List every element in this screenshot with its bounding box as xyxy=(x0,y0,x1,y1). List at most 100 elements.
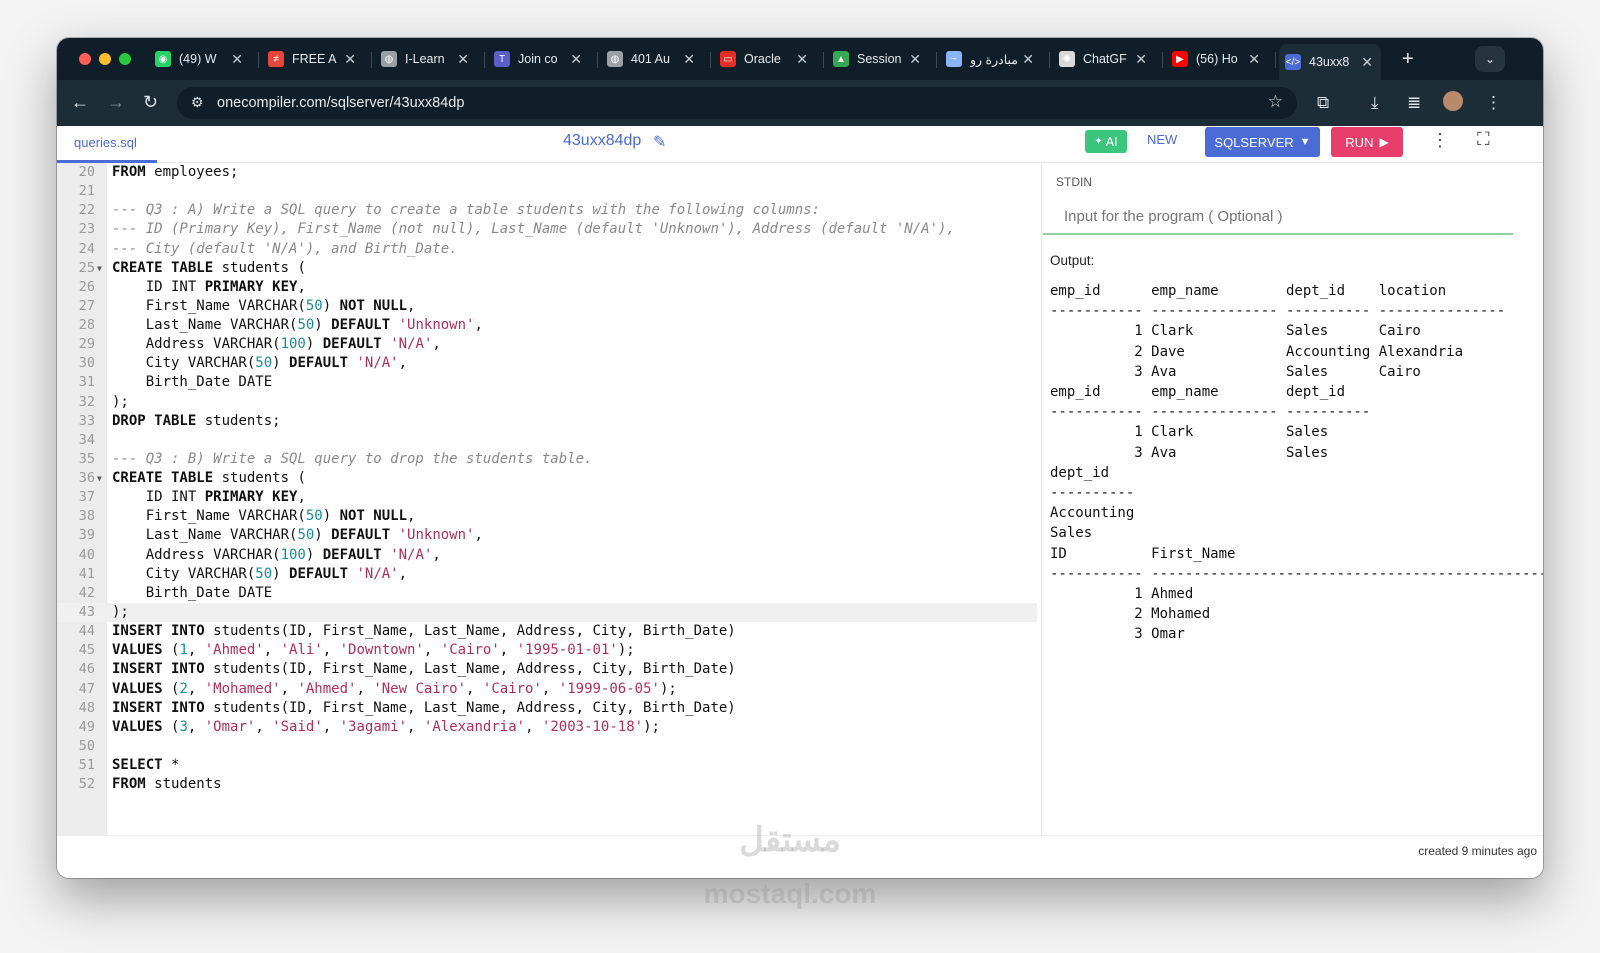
file-name[interactable]: 43uxx84dp xyxy=(563,132,641,150)
browser-tab[interactable]: ▶ (56) Ho ✕ xyxy=(1166,46,1268,72)
code-text: City VARCHAR(50) DEFAULT 'N/A', xyxy=(112,565,407,584)
code-text: FROM students xyxy=(112,775,222,794)
code-token: , xyxy=(297,278,306,295)
code-token: 'N/A' xyxy=(356,565,399,582)
close-tab-icon[interactable]: ✕ xyxy=(909,51,921,68)
code-token: students xyxy=(145,776,222,793)
code-editor[interactable]: 20 FROM employees; 21 22 --- Q3 : A) Write a… xyxy=(57,163,1037,835)
code-token: City VARCHAR( xyxy=(112,355,256,372)
close-tab-icon[interactable]: ✕ xyxy=(1361,54,1373,71)
code-token: DEFAULT xyxy=(289,565,349,582)
new-tab-button[interactable]: + xyxy=(1402,46,1414,72)
line-number: 31 xyxy=(78,374,95,391)
tab-strip: ◉ (49) W ✕ ≠ FREE A ✕ ◍ I-Learn ✕ T Join co ✕ ◍ 401 A… xyxy=(57,38,1543,80)
run-button[interactable]: RUN ▶ xyxy=(1331,127,1403,157)
initiative-icon: ~ xyxy=(946,51,962,67)
new-button[interactable]: NEW xyxy=(1147,132,1177,147)
extensions-icon[interactable]: ⧉ xyxy=(1317,93,1329,113)
file-tab[interactable]: queries.sql xyxy=(57,126,157,163)
code-token: '2003-10-18' xyxy=(541,718,644,735)
browser-tab[interactable]: ≠ FREE A ✕ xyxy=(262,46,364,72)
close-tab-icon[interactable]: ✕ xyxy=(683,51,695,68)
code-token: 50 xyxy=(297,527,315,544)
stdin-label: STDIN xyxy=(1056,175,1092,189)
code-token: 'N/A' xyxy=(390,336,433,353)
close-tab-icon[interactable]: ✕ xyxy=(344,51,356,68)
code-token: 2 xyxy=(179,680,188,697)
back-icon[interactable]: ← xyxy=(71,92,89,113)
code-token: --- City (default 'N/A'), and Birth_Date… xyxy=(112,240,458,257)
edit-name-icon[interactable]: ✎ xyxy=(653,132,666,152)
fold-toggle-icon[interactable]: ▼ xyxy=(97,469,102,488)
close-tab-icon[interactable]: ✕ xyxy=(457,51,469,68)
browser-menu-icon[interactable]: ⋮ xyxy=(1485,93,1502,113)
browser-tab[interactable]: ▭ Oracle ✕ xyxy=(714,46,816,72)
more-options-icon[interactable]: ⋮ xyxy=(1431,130,1449,151)
line-number: 26 xyxy=(78,278,95,295)
stdin-input[interactable] xyxy=(1043,199,1513,235)
code-line: 24 --- City (default 'N/A'), and Birth_Da… xyxy=(57,240,1037,259)
browser-tab[interactable]: ✺ ChatGF ✕ xyxy=(1053,46,1155,72)
bookmark-star-icon[interactable]: ☆ xyxy=(1268,92,1283,112)
code-token: ) xyxy=(272,565,290,582)
close-tab-icon[interactable]: ✕ xyxy=(570,51,582,68)
code-token: , xyxy=(432,546,441,563)
code-token: , xyxy=(255,718,273,735)
line-number: 30 xyxy=(78,355,95,372)
code-line: 40 Address VARCHAR(100) DEFAULT 'N/A', xyxy=(57,546,1037,565)
line-number: 22 xyxy=(78,202,95,219)
tab-search-button[interactable]: ⌄ xyxy=(1475,46,1505,72)
reload-icon[interactable]: ↻ xyxy=(143,92,158,113)
code-line: 41 City VARCHAR(50) DEFAULT 'N/A', xyxy=(57,565,1037,584)
media-controls-icon[interactable]: ≣ xyxy=(1407,93,1421,113)
browser-tab[interactable]: ▲ Session ✕ xyxy=(827,46,929,72)
language-select-button[interactable]: SQLSERVER ▼ xyxy=(1205,127,1320,157)
site-info-icon[interactable]: ⚙ xyxy=(191,94,204,111)
code-line: 42 Birth_Date DATE xyxy=(57,584,1037,603)
close-tab-icon[interactable]: ✕ xyxy=(1135,51,1147,68)
line-number: 40 xyxy=(78,546,95,563)
code-token: FROM xyxy=(112,164,146,180)
maximize-window-button[interactable] xyxy=(119,53,131,65)
code-token: ); xyxy=(643,718,660,735)
code-token: PRIMARY KEY xyxy=(204,489,298,506)
code-line: 45 VALUES (1, 'Ahmed', 'Ali', 'Downtown',… xyxy=(57,641,1037,660)
browser-tab[interactable]: ◍ 401 Au ✕ xyxy=(601,46,703,72)
download-icon[interactable]: ⤓ xyxy=(1371,93,1379,113)
close-window-button[interactable] xyxy=(79,53,91,65)
close-tab-icon[interactable]: ✕ xyxy=(796,51,808,68)
code-token: 'Said' xyxy=(272,718,323,735)
code-token: ); xyxy=(112,393,129,410)
code-token: Birth_Date DATE xyxy=(112,374,273,391)
browser-tab[interactable]: ◍ I-Learn ✕ xyxy=(375,46,477,72)
browser-tab[interactable]: ~ مبادرة رو ✕ xyxy=(940,46,1042,72)
code-line: 31 Birth_Date DATE xyxy=(57,373,1037,392)
code-token: , xyxy=(187,642,205,659)
close-tab-icon[interactable]: ✕ xyxy=(231,51,243,68)
line-number: 33 xyxy=(78,412,95,429)
address-bar[interactable]: ⚙ onecompiler.com/sqlserver/43uxx84dp ☆ xyxy=(177,87,1297,119)
forward-icon[interactable]: → xyxy=(107,92,125,113)
browser-tab[interactable]: </> 43uxx8 ✕ xyxy=(1279,44,1381,80)
code-token: ) xyxy=(272,355,290,372)
profile-avatar[interactable] xyxy=(1443,91,1463,111)
ai-button[interactable]: ✦ AI xyxy=(1085,130,1127,153)
line-number: 46 xyxy=(78,661,95,678)
chevron-down-icon: ▼ xyxy=(1299,136,1311,148)
fullscreen-icon[interactable]: ⛶ xyxy=(1477,129,1490,150)
teams-icon: T xyxy=(494,51,510,67)
close-tab-icon[interactable]: ✕ xyxy=(1248,51,1260,68)
minimize-window-button[interactable] xyxy=(99,53,111,65)
code-token: 'New Cairo' xyxy=(373,680,467,697)
browser-tab[interactable]: ◉ (49) W ✕ xyxy=(149,46,251,72)
code-token: 'Ahmed' xyxy=(297,680,357,697)
browser-tab[interactable]: T Join co ✕ xyxy=(488,46,590,72)
code-line: 27 First_Name VARCHAR(50) NOT NULL, xyxy=(57,297,1037,316)
close-tab-icon[interactable]: ✕ xyxy=(1022,51,1034,68)
code-token: 'Cairo' xyxy=(440,642,500,659)
code-token: VALUES xyxy=(112,680,163,697)
code-token: , xyxy=(187,680,205,697)
fold-toggle-icon[interactable]: ▼ xyxy=(97,259,102,278)
code-text: ); xyxy=(112,393,129,412)
code-line: 25 ▼ CREATE TABLE students ( xyxy=(57,259,1037,278)
